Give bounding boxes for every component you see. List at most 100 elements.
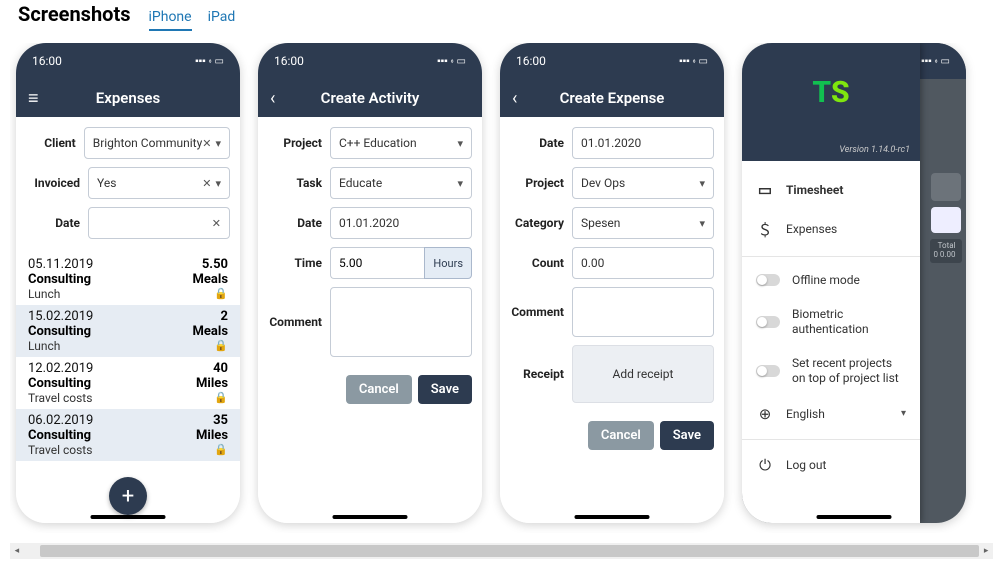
- navbar: ‹ Create Expense: [500, 79, 724, 117]
- save-button[interactable]: Save: [418, 375, 472, 404]
- date-input[interactable]: 01.01.2020: [572, 127, 714, 159]
- project-select[interactable]: C++ Education▾: [330, 127, 472, 159]
- lock-icon: 🔒: [214, 287, 228, 301]
- count-input[interactable]: 0.00: [572, 247, 714, 279]
- invoiced-select[interactable]: Yes ✕▾: [88, 167, 230, 199]
- battery-icon: ▭: [699, 56, 708, 67]
- navbar: ‹ Create Activity: [258, 79, 482, 117]
- toggle-offline[interactable]: Offline mode: [742, 263, 920, 297]
- switch-icon[interactable]: [756, 316, 780, 328]
- nav-timesheet[interactable]: ▭Timesheet: [742, 171, 920, 209]
- logout-button[interactable]: ⏻Log out: [742, 446, 920, 484]
- scroll-right-icon[interactable]: ▸: [979, 546, 993, 556]
- expense-row[interactable]: 15.02.2019 2 Consulting Meals Lunch 🔒: [16, 305, 240, 357]
- drawer-header: TS Version 1.14.0-rc1: [742, 43, 920, 161]
- project-select[interactable]: Dev Ops▾: [572, 167, 714, 199]
- battery-icon: ▭: [215, 56, 224, 67]
- expense-project: Consulting: [28, 324, 91, 339]
- date-label: Date: [268, 216, 330, 230]
- expense-desc: Lunch: [28, 287, 60, 301]
- status-bar: 16:00 ▪▪▪⬫▭: [258, 43, 482, 79]
- scrollbar-thumb[interactable]: [40, 545, 980, 557]
- add-button[interactable]: +: [109, 477, 147, 515]
- nav-expenses[interactable]: ＄Expenses: [742, 209, 920, 250]
- tab-iphone[interactable]: iPhone: [149, 9, 192, 31]
- cancel-button[interactable]: Cancel: [588, 421, 654, 450]
- comment-label: Comment: [510, 305, 572, 319]
- page-title: Screenshots: [18, 2, 131, 26]
- signal-icon: ▪▪▪: [195, 56, 206, 67]
- client-select[interactable]: Brighton Community ✕▾: [84, 127, 230, 159]
- screenshot-carousel[interactable]: 16:00 ▪▪▪ ⬫ ▭ ≡ Expenses Client Brighton…: [10, 43, 993, 533]
- lock-icon: 🔒: [214, 339, 228, 353]
- globe-icon: ⊕: [756, 405, 774, 423]
- date-input[interactable]: ✕: [88, 207, 230, 239]
- expense-category: Meals: [193, 324, 228, 339]
- expense-project: Consulting: [28, 376, 91, 391]
- expense-row[interactable]: 12.02.201940ConsultingMilesTravel costs🔒: [16, 357, 240, 409]
- date-label: Date: [510, 136, 572, 150]
- clear-icon[interactable]: ✕: [202, 177, 211, 190]
- status-icons: ▪▪▪⬫▭: [437, 56, 466, 67]
- date-input[interactable]: 01.01.2020: [330, 207, 472, 239]
- add-receipt-button[interactable]: Add receipt: [572, 345, 714, 403]
- chevron-down-icon: ▾: [901, 408, 906, 419]
- expense-date: 15.02.2019: [28, 309, 93, 324]
- horizontal-scrollbar[interactable]: ◂ ▸: [10, 543, 993, 559]
- scroll-left-icon[interactable]: ◂: [10, 546, 24, 556]
- expense-amount: 35: [213, 413, 228, 428]
- cancel-button[interactable]: Cancel: [346, 375, 412, 404]
- expense-desc: Travel costs: [28, 443, 92, 457]
- home-indicator: [333, 515, 408, 519]
- tab-ipad[interactable]: iPad: [208, 9, 236, 31]
- menu-icon[interactable]: ≡: [28, 88, 39, 109]
- task-select[interactable]: Educate▾: [330, 167, 472, 199]
- expense-row[interactable]: 06.02.201935ConsultingMilesTravel costs🔒: [16, 409, 240, 461]
- battery-icon: ▭: [457, 56, 466, 67]
- status-time: 16:00: [274, 54, 304, 68]
- calendar-icon: ▭: [756, 181, 774, 199]
- language-select[interactable]: ⊕English▾: [742, 395, 920, 433]
- home-indicator: [91, 515, 166, 519]
- toggle-recent-projects[interactable]: Set recent projects on top of project li…: [742, 346, 920, 395]
- save-button[interactable]: Save: [660, 421, 714, 450]
- switch-icon[interactable]: [756, 365, 780, 377]
- clear-icon[interactable]: ✕: [212, 217, 221, 230]
- expense-desc: Lunch: [28, 339, 60, 353]
- task-label: Task: [268, 176, 330, 190]
- back-icon[interactable]: ‹: [512, 88, 517, 109]
- expense-amount: 2: [221, 309, 228, 324]
- version-text: Version 1.14.0-rc1: [839, 145, 910, 155]
- divider: [742, 439, 920, 440]
- navigation-drawer: TS Version 1.14.0-rc1 ▭Timesheet ＄Expens…: [742, 43, 920, 523]
- switch-icon[interactable]: [756, 274, 780, 286]
- clear-icon[interactable]: ✕: [202, 137, 211, 150]
- status-bar: 16:00 ▪▪▪ ⬫ ▭: [16, 43, 240, 79]
- status-bar: 16:00 ▪▪▪⬫▭: [500, 43, 724, 79]
- category-select[interactable]: Spesen▾: [572, 207, 714, 239]
- chevron-down-icon: ▾: [215, 177, 221, 190]
- status-icons: ▪▪▪ ⬫ ▭: [195, 56, 224, 67]
- invoiced-label: Invoiced: [26, 176, 88, 190]
- comment-textarea[interactable]: [330, 287, 472, 357]
- chevron-down-icon: ▾: [457, 177, 463, 190]
- divider: [742, 256, 920, 257]
- home-indicator: [575, 515, 650, 519]
- time-input[interactable]: 5.00 Hours: [330, 247, 472, 279]
- time-unit-toggle[interactable]: Hours: [424, 247, 472, 279]
- toggle-biometric[interactable]: Biometric authentication: [742, 297, 920, 346]
- navbar-title: Create Activity: [321, 89, 420, 107]
- dollar-icon: ＄: [756, 219, 774, 240]
- back-icon[interactable]: ‹: [270, 88, 275, 109]
- expense-date: 05.11.2019: [28, 257, 93, 272]
- screenshot-create-expense: 16:00 ▪▪▪⬫▭ ‹ Create Expense Date01.01.2…: [500, 43, 724, 523]
- wifi-icon: ⬫: [693, 56, 696, 67]
- wifi-icon: ⬫: [209, 56, 212, 67]
- navbar: ≡ Expenses: [16, 79, 240, 117]
- chevron-down-icon: ▾: [699, 177, 705, 190]
- screenshot-expenses: 16:00 ▪▪▪ ⬫ ▭ ≡ Expenses Client Brighton…: [16, 43, 240, 523]
- lock-icon: 🔒: [214, 391, 228, 405]
- comment-textarea[interactable]: [572, 287, 714, 337]
- expense-row[interactable]: 05.11.20195.50ConsultingMealsLunch🔒: [16, 253, 240, 305]
- date-label: Date: [26, 216, 88, 230]
